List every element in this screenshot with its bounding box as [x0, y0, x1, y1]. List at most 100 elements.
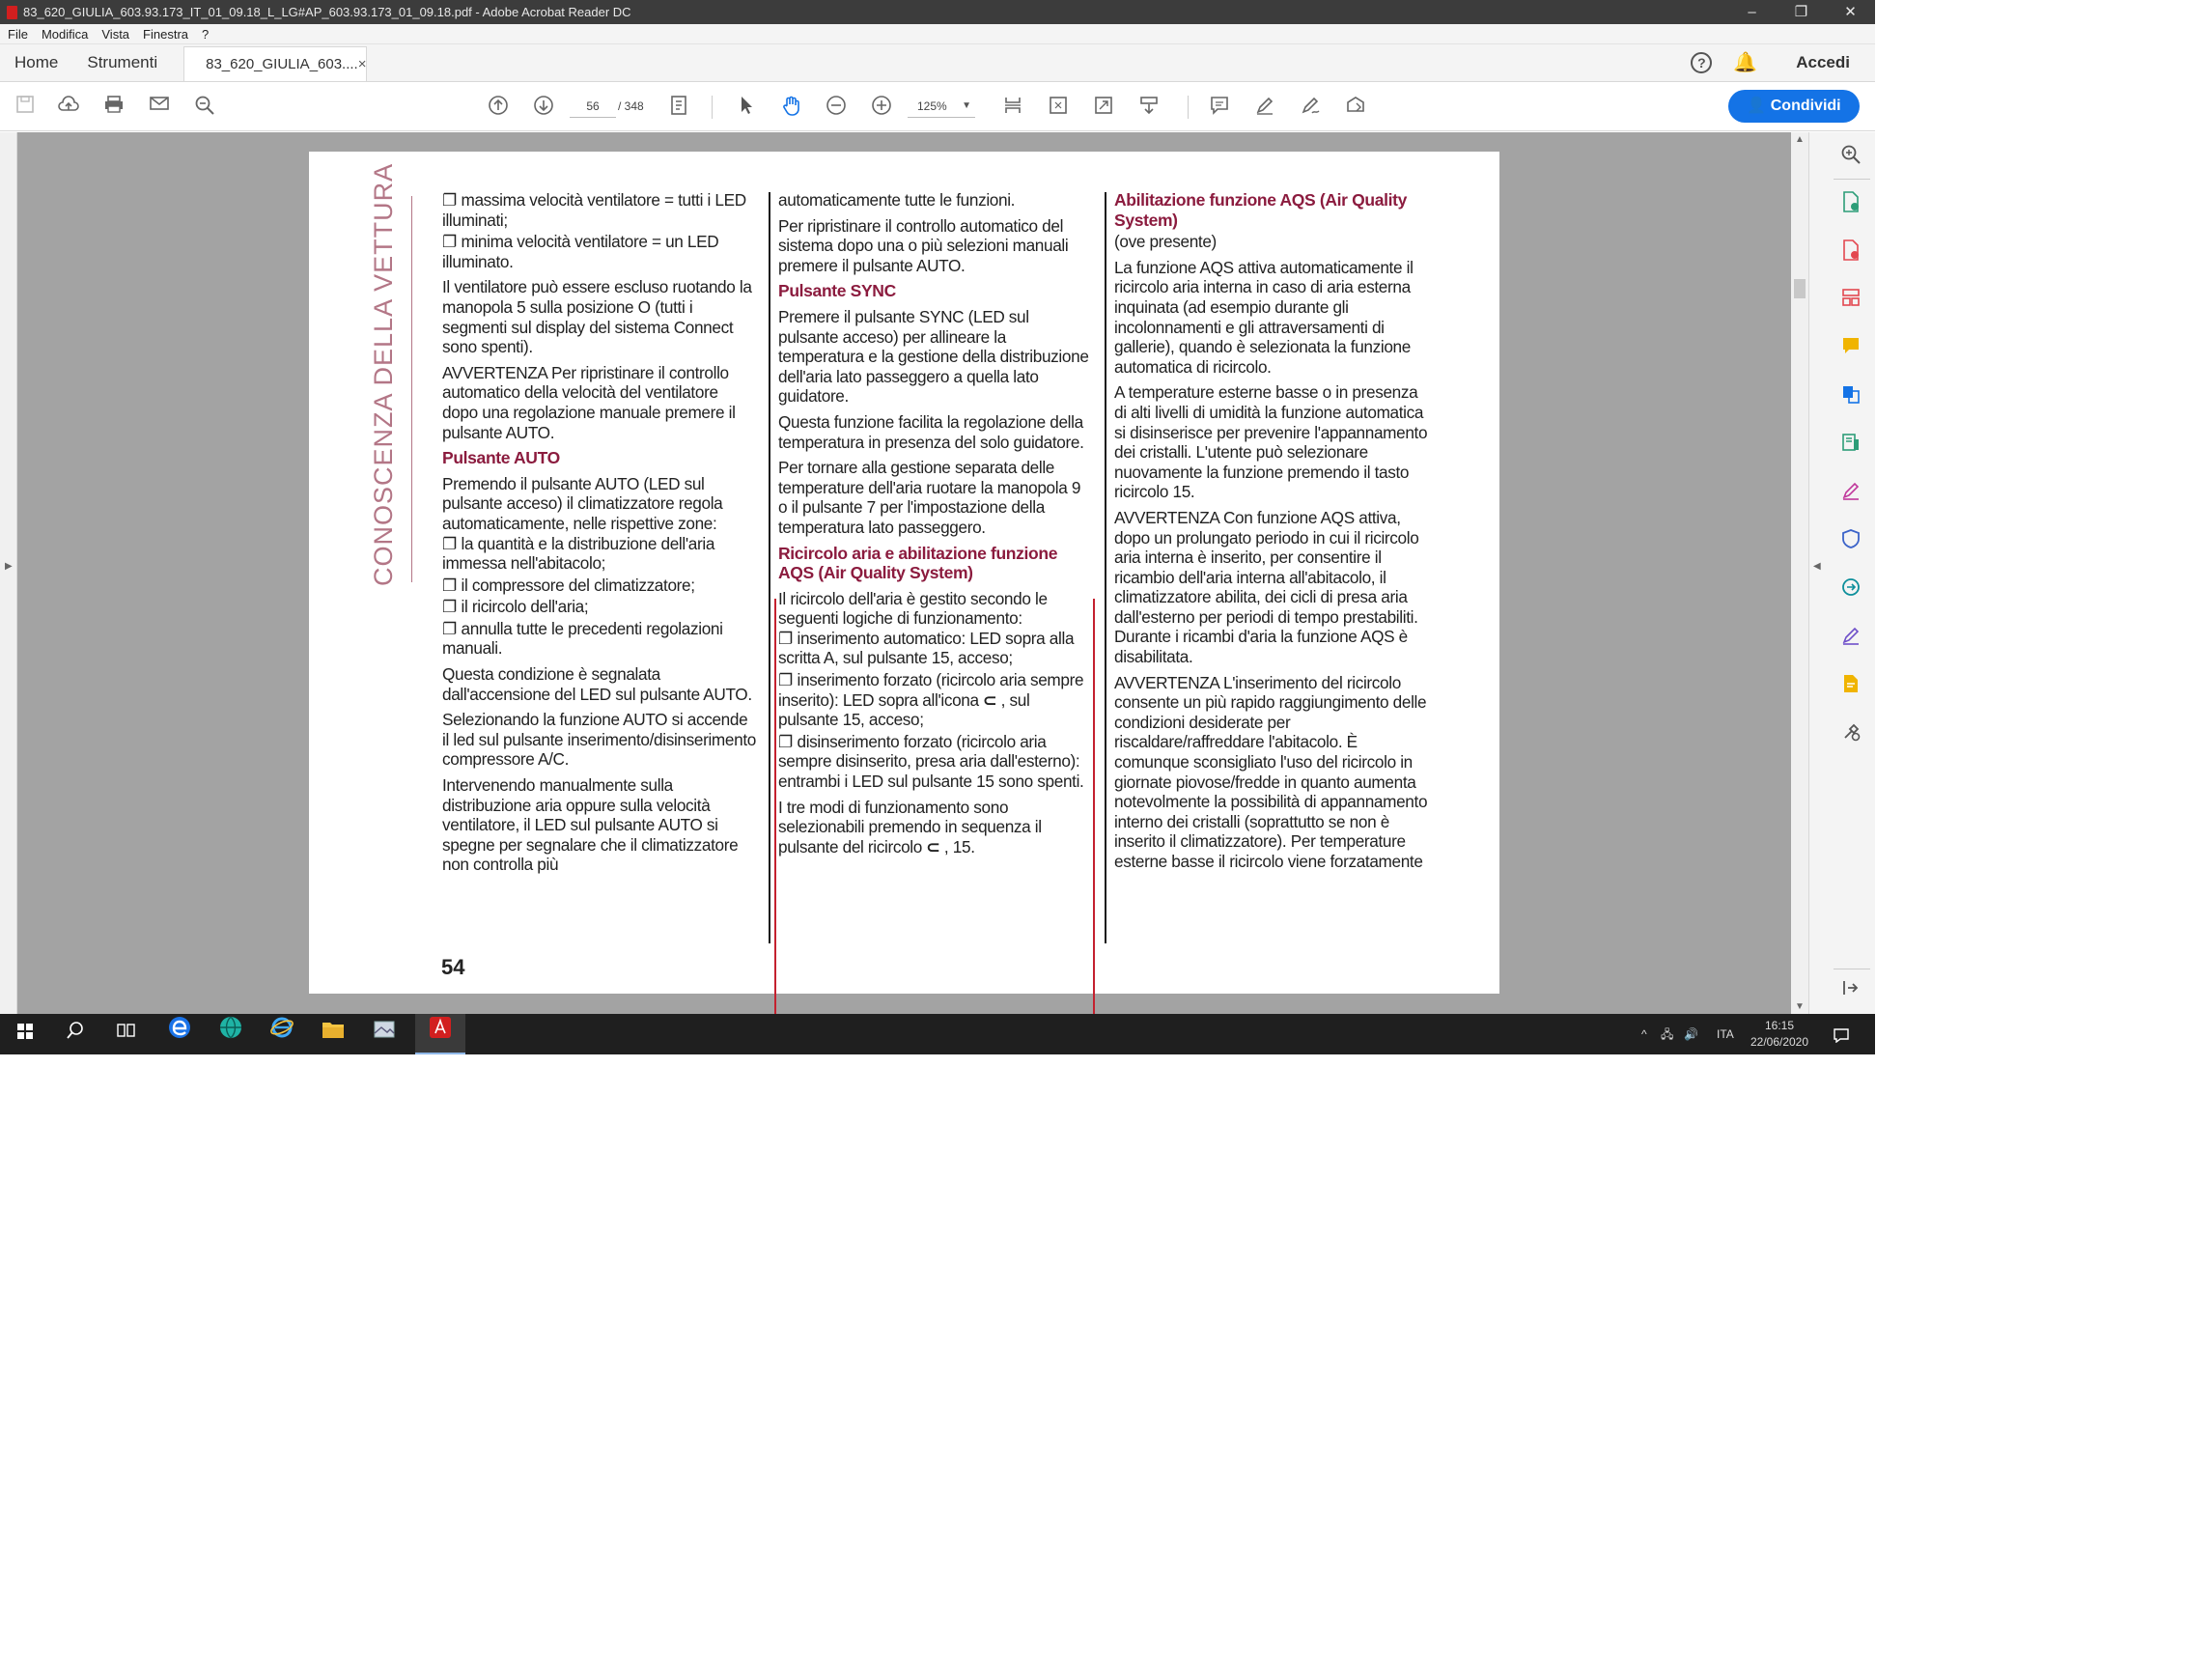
windows-taskbar: ^ 🖧 🔊 ITA 16:15 22/06/2020	[0, 1014, 1875, 1054]
column-rule	[769, 192, 770, 943]
menu-file[interactable]: File	[8, 27, 28, 42]
hand-tool-icon[interactable]	[778, 95, 805, 118]
close-window-button[interactable]: ✕	[1826, 0, 1875, 24]
organize-pages-icon[interactable]	[1838, 287, 1863, 312]
scroll-mode-icon[interactable]	[1136, 95, 1162, 118]
select-cursor-icon[interactable]	[734, 95, 759, 118]
highlight-pen-icon[interactable]	[1252, 95, 1277, 118]
protect-shield-icon[interactable]	[1838, 528, 1863, 553]
edit-pdf-icon[interactable]	[1838, 432, 1863, 457]
photos-app-icon[interactable]	[359, 1014, 409, 1054]
cloud-upload-icon[interactable]	[56, 95, 81, 118]
stamp-icon[interactable]	[1343, 95, 1368, 118]
save-icon[interactable]	[13, 95, 38, 118]
pdf-page[interactable]: CONOSCENZA DELLA VETTURA ❐ massima veloc…	[309, 152, 1499, 1054]
tools-pane: ◀	[1808, 132, 1875, 1014]
minimize-button[interactable]: –	[1727, 0, 1777, 24]
notifications-bell-icon[interactable]: 🔔	[1733, 50, 1757, 74]
acrobat-taskbar-icon[interactable]	[415, 1014, 465, 1054]
internet-explorer-icon[interactable]	[257, 1014, 307, 1054]
section-heading: Ricircolo aria e abilitazione funzione A…	[778, 543, 1058, 583]
notification-center-icon[interactable]	[1833, 1014, 1850, 1054]
tab-home[interactable]: Home	[0, 43, 72, 81]
column-rule	[1105, 192, 1106, 943]
next-page-icon[interactable]	[531, 95, 556, 118]
fill-sign-icon[interactable]	[1838, 480, 1863, 505]
file-explorer-icon[interactable]	[308, 1014, 358, 1054]
menu-edit[interactable]: Modifica	[42, 27, 88, 42]
search-zoom-icon[interactable]	[192, 95, 217, 118]
left-pane-toggle[interactable]: ▶	[0, 132, 17, 1014]
fit-width-icon[interactable]	[1000, 95, 1025, 118]
send-track-icon[interactable]	[1838, 576, 1863, 602]
text-column-2: automaticamente tutte le funzioni. Per r…	[778, 190, 1092, 862]
scroll-down-icon[interactable]: ▼	[1795, 1001, 1805, 1012]
paragraph: Per tornare alla gestione separata delle…	[778, 458, 1081, 537]
scan-ocr-icon[interactable]	[1838, 673, 1863, 698]
list-item-text: ❐ inserimento forzato (ricircolo aria se…	[778, 670, 1084, 710]
language-indicator[interactable]: ITA	[1717, 1014, 1734, 1054]
fit-page-icon[interactable]	[1046, 95, 1071, 118]
windows-start-icon[interactable]	[0, 1014, 50, 1054]
task-view-icon[interactable]	[100, 1014, 151, 1054]
paragraph: Il ventilatore può essere escluso ruotan…	[442, 277, 752, 357]
tab-document[interactable]: 83_620_GIULIA_603.... ×	[183, 46, 368, 81]
scrollbar-thumb[interactable]	[1794, 279, 1806, 298]
share-button[interactable]: 👤 Condividi	[1728, 90, 1860, 123]
search-tool-icon[interactable]	[1838, 144, 1863, 169]
more-tools-icon[interactable]	[1838, 721, 1863, 746]
search-icon[interactable]	[50, 1014, 100, 1054]
restore-button[interactable]: ❐	[1777, 0, 1826, 24]
recirculation-icon: ⊂	[983, 689, 997, 710]
combine-files-icon[interactable]	[1838, 383, 1863, 408]
email-icon[interactable]	[147, 95, 172, 118]
tab-tools[interactable]: Strumenti	[72, 43, 172, 81]
paragraph: Selezionando la funzione AUTO si accende…	[442, 710, 756, 770]
signin-button[interactable]: Accedi	[1796, 53, 1850, 72]
request-signature-icon[interactable]	[1838, 625, 1863, 650]
zoom-in-icon[interactable]	[869, 95, 894, 118]
paragraph: Premendo il pulsante AUTO (LED sul pulsa…	[442, 473, 723, 533]
collapse-pane-icon[interactable]	[1838, 978, 1863, 1003]
full-screen-icon[interactable]	[1091, 95, 1116, 118]
paragraph: La funzione AQS attiva automaticamente i…	[1114, 257, 1414, 377]
paragraph-text: I tre modi di funzionamento sono selezio…	[778, 797, 1042, 857]
comment-icon[interactable]	[1207, 95, 1232, 118]
chevron-down-icon: ▼	[962, 100, 971, 111]
user-add-icon: 👤	[1747, 98, 1767, 114]
pen-annotation-left[interactable]	[774, 599, 776, 1054]
menu-view[interactable]: Vista	[101, 27, 129, 42]
paragraph: A temperature esterne basse o in presenz…	[1114, 382, 1428, 502]
sign-icon[interactable]	[1298, 95, 1323, 118]
vertical-scrollbar[interactable]: ▲ ▼	[1791, 132, 1808, 1014]
volume-icon[interactable]: 🔊	[1684, 1014, 1698, 1054]
menu-window[interactable]: Finestra	[143, 27, 188, 42]
pen-annotation-right[interactable]	[1093, 599, 1095, 1054]
tray-chevron-up-icon[interactable]: ^	[1641, 1014, 1647, 1054]
zoom-out-icon[interactable]	[824, 95, 849, 118]
scroll-up-icon[interactable]: ▲	[1795, 134, 1805, 145]
list-item: ❐ la quantità e la distribuzione dell'ar…	[442, 533, 715, 574]
print-icon[interactable]	[101, 95, 126, 118]
page-number-input[interactable]: 56	[570, 95, 616, 118]
help-icon[interactable]: ?	[1691, 51, 1713, 73]
tab-close-icon[interactable]: ×	[358, 47, 367, 81]
comment-tool-icon[interactable]	[1838, 335, 1863, 360]
chevron-left-icon[interactable]: ◀	[1813, 561, 1821, 572]
page-view-icon[interactable]	[666, 95, 691, 118]
text-column-1: ❐ massima velocità ventilatore = tutti i…	[442, 190, 756, 881]
zoom-select[interactable]: 125% ▼	[908, 95, 975, 118]
list-item: ❐ minima velocità ventilatore = un LED i…	[442, 232, 719, 271]
export-pdf-icon[interactable]	[1838, 239, 1863, 264]
previous-page-icon[interactable]	[486, 95, 511, 118]
create-pdf-icon[interactable]	[1838, 190, 1863, 215]
network-icon[interactable]: 🖧	[1661, 1014, 1673, 1054]
paragraph: AVVERTENZA Con funzione AQS attiva, dopo…	[1114, 507, 1419, 667]
menu-help[interactable]: ?	[202, 27, 209, 42]
system-clock[interactable]: 16:15 22/06/2020	[1746, 1018, 1813, 1051]
app-globe-icon[interactable]	[206, 1014, 256, 1054]
section-heading: Pulsante SYNC	[778, 281, 896, 301]
list-item: ❐ disinserimento forzato (ricircolo aria…	[778, 731, 1084, 792]
edge-browser-icon[interactable]	[154, 1014, 205, 1054]
tab-bar-right: ? 🔔 Accedi	[1691, 43, 1875, 81]
